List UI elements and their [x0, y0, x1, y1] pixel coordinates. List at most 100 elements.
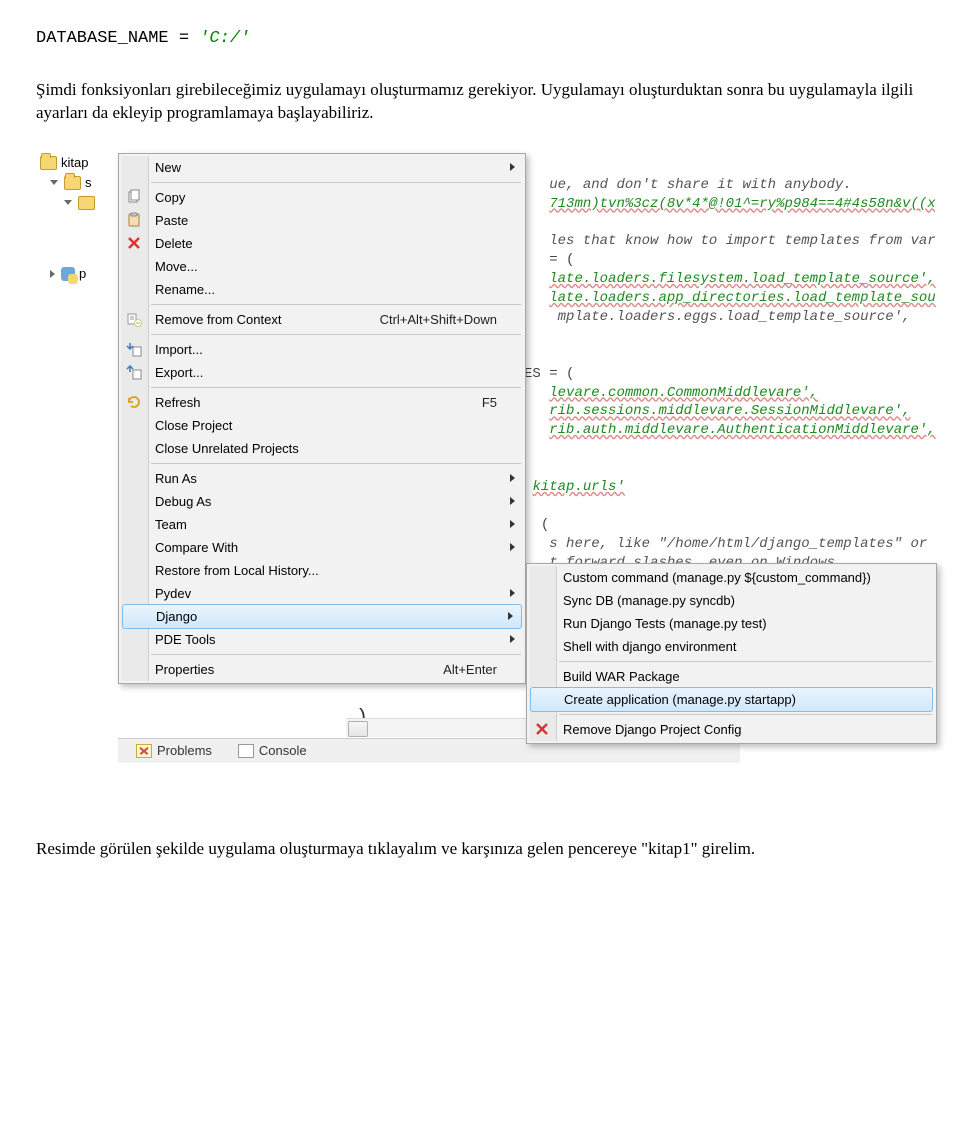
- menu-shortcut: F5: [482, 394, 497, 412]
- ctx-item-refresh[interactable]: Refresh F5: [121, 391, 523, 414]
- console-icon: [238, 744, 254, 758]
- menu-item-label: Create application (manage.py startapp): [564, 691, 796, 709]
- ctx-item-separator: [151, 334, 521, 335]
- project-tree[interactable]: kitap s p: [36, 153, 119, 658]
- menu-shortcut: Alt+Enter: [443, 661, 497, 679]
- ctx-item-import[interactable]: Import...: [121, 338, 523, 361]
- export-icon: [126, 364, 142, 380]
- code-line: ue, and don't share it with anybody.: [549, 177, 851, 193]
- problems-tab[interactable]: Problems: [130, 740, 218, 762]
- outro-paragraph: Resimde görülen şekilde uygulama oluştur…: [36, 838, 924, 861]
- copy-icon: [126, 189, 142, 205]
- console-tab[interactable]: Console: [232, 740, 313, 762]
- sub-item-shell-with-django-environment[interactable]: Shell with django environment: [529, 635, 934, 658]
- ctx-item-new[interactable]: New: [121, 156, 523, 179]
- blank-icon: [534, 615, 550, 631]
- ctx-item-run-as[interactable]: Run As: [121, 467, 523, 490]
- menu-item-label: Pydev: [155, 585, 191, 603]
- menu-item-label: Export...: [155, 364, 203, 382]
- submenu-arrow-icon: [510, 163, 515, 171]
- sub-item-custom-command-manage-py-custom-command[interactable]: Custom command (manage.py ${custom_comma…: [529, 566, 934, 589]
- ctx-item-copy[interactable]: Copy: [121, 186, 523, 209]
- menu-item-label: Build WAR Package: [563, 668, 680, 686]
- menu-item-label: PDE Tools: [155, 631, 215, 649]
- blank-icon: [126, 562, 142, 578]
- python-file-icon: [61, 267, 75, 281]
- menu-item-label: Refresh: [155, 394, 201, 412]
- sub-item-remove-django-project-config[interactable]: Remove Django Project Config: [529, 718, 934, 741]
- blank-icon: [126, 539, 142, 555]
- tree-item[interactable]: [36, 213, 118, 230]
- folder-icon: [64, 176, 81, 190]
- ctx-item-pde-tools[interactable]: PDE Tools: [121, 628, 523, 651]
- menu-item-label: Run Django Tests (manage.py test): [563, 615, 767, 633]
- code-str: 'C:/': [199, 29, 250, 48]
- submenu-arrow-icon: [510, 635, 515, 643]
- submenu-arrow-icon: [510, 543, 515, 551]
- tree-root[interactable]: kitap: [36, 153, 118, 173]
- ctx-item-move[interactable]: Move...: [121, 255, 523, 278]
- menu-item-label: Run As: [155, 470, 197, 488]
- menu-item-label: Debug As: [155, 493, 211, 511]
- blank-icon: [128, 608, 144, 624]
- tree-folder-label: s: [85, 174, 92, 192]
- ctx-item-team[interactable]: Team: [121, 513, 523, 536]
- refresh-icon: [126, 394, 142, 410]
- blank-icon: [534, 668, 550, 684]
- ctx-item-paste[interactable]: Paste: [121, 209, 523, 232]
- menu-item-label: Restore from Local History...: [155, 562, 319, 580]
- code-line: ES = (: [524, 366, 574, 382]
- ctx-item-close-project[interactable]: Close Project: [121, 414, 523, 437]
- ctx-item-restore-from-local-history[interactable]: Restore from Local History...: [121, 559, 523, 582]
- menu-item-label: Close Unrelated Projects: [155, 440, 299, 458]
- menu-item-label: Properties: [155, 661, 214, 679]
- tree-pyfile-label: p: [79, 265, 86, 283]
- tree-subfolder[interactable]: [36, 193, 118, 213]
- expand-icon[interactable]: [50, 180, 58, 185]
- ctx-item-compare-with[interactable]: Compare With: [121, 536, 523, 559]
- code-line: (: [541, 517, 549, 533]
- ctx-item-export[interactable]: Export...: [121, 361, 523, 384]
- code-line: rib.sessions.middlevare.SessionMiddlevar…: [549, 403, 910, 419]
- menu-item-label: New: [155, 159, 181, 177]
- sub-item-create-application-manage-py-startapp[interactable]: Create application (manage.py startapp): [530, 687, 933, 712]
- tree-pyfile[interactable]: p: [36, 264, 118, 284]
- expand-icon[interactable]: [64, 200, 72, 205]
- code-var: DATABASE_NAME: [36, 29, 169, 48]
- tree-item[interactable]: [36, 247, 118, 264]
- console-tab-label: Console: [259, 742, 307, 760]
- menu-item-label: Shell with django environment: [563, 638, 736, 656]
- blank-icon: [126, 440, 142, 456]
- tree-item[interactable]: [36, 230, 118, 247]
- ctx-item-pydev[interactable]: Pydev: [121, 582, 523, 605]
- blank-icon: [534, 569, 550, 585]
- ctx-item-rename[interactable]: Rename...: [121, 278, 523, 301]
- ctx-item-close-unrelated-projects[interactable]: Close Unrelated Projects: [121, 437, 523, 460]
- blank-icon: [126, 516, 142, 532]
- ctx-item-separator: [151, 463, 521, 464]
- menu-shortcut: Ctrl+Alt+Shift+Down: [380, 311, 497, 329]
- ctx-item-properties[interactable]: Properties Alt+Enter: [121, 658, 523, 681]
- project-folder-icon: [40, 156, 57, 170]
- code-eq: =: [169, 29, 200, 48]
- ctx-item-django[interactable]: Django: [122, 604, 522, 629]
- tree-root-label: kitap: [61, 154, 88, 172]
- code-line: mplate.loaders.eggs.load_template_source…: [558, 309, 911, 325]
- delete-icon: [126, 235, 142, 251]
- tree-folder[interactable]: s: [36, 173, 118, 193]
- blank-icon: [126, 281, 142, 297]
- delete-icon: [534, 721, 550, 737]
- expand-icon[interactable]: [50, 270, 55, 278]
- ctx-item-debug-as[interactable]: Debug As: [121, 490, 523, 513]
- ctx-item-delete[interactable]: Delete: [121, 232, 523, 255]
- sub-item-build-war-package[interactable]: Build WAR Package: [529, 665, 934, 688]
- code-line: les that know how to import templates fr…: [549, 233, 936, 249]
- sub-item-separator: [559, 661, 932, 662]
- ctx-item-remove-from-context[interactable]: Remove from ContextCtrl+Alt+Shift+Down: [121, 308, 523, 331]
- scrollbar-left-button[interactable]: [348, 721, 368, 737]
- sub-item-sync-db-manage-py-syncdb[interactable]: Sync DB (manage.py syncdb): [529, 589, 934, 612]
- menu-item-label: Sync DB (manage.py syncdb): [563, 592, 735, 610]
- menu-item-label: Close Project: [155, 417, 232, 435]
- sub-item-run-django-tests-manage-py-test[interactable]: Run Django Tests (manage.py test): [529, 612, 934, 635]
- submenu-arrow-icon: [510, 474, 515, 482]
